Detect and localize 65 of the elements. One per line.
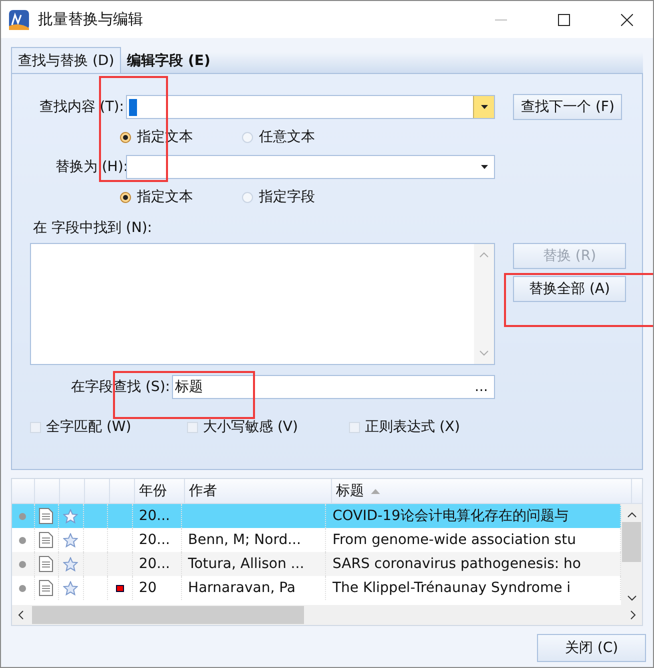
scrollbar[interactable] <box>621 504 642 605</box>
tab[interactable]: 查找与替换 (D) <box>11 47 122 73</box>
star-icon[interactable] <box>63 556 78 572</box>
radio-button[interactable] <box>120 192 131 202</box>
document-icon <box>39 532 54 548</box>
table-cell: Benn, M; Nord... <box>188 532 301 548</box>
caret-icon[interactable] <box>480 165 488 169</box>
table-cell: Totura, Allison ... <box>188 556 304 572</box>
find-next-button[interactable]: 查找下一个 (F) <box>513 94 622 120</box>
field-label: 查找内容 (T): <box>38 98 124 116</box>
column-header[interactable]: 年份 <box>135 479 185 503</box>
checkbox[interactable] <box>30 422 41 432</box>
field-list-box[interactable] <box>30 243 495 365</box>
star-icon[interactable] <box>63 532 78 548</box>
status-dot-icon <box>19 560 26 568</box>
replace-combo-field[interactable] <box>126 155 495 179</box>
radio-label: 任意文本 <box>259 128 315 146</box>
horizontal-scrollbar[interactable] <box>12 605 642 625</box>
table-row[interactable]: 20... COVID-19论会计电算化存在的问题与 <box>12 504 622 528</box>
find-combo-field[interactable] <box>126 95 495 119</box>
checkbox-label: 正则表达式 (X) <box>365 418 460 436</box>
replace-all-button[interactable]: 替换全部 (A) <box>513 276 626 302</box>
caret-icon <box>480 105 488 109</box>
document-icon <box>39 580 54 596</box>
field-label: 替换为 (H): <box>54 158 128 176</box>
maximize-icon[interactable] <box>558 14 570 26</box>
checkbox-label: 全字匹配 (W) <box>46 418 132 436</box>
scroll-thumb[interactable] <box>622 522 642 562</box>
table-row[interactable]: 20 Harnaravan, Pa The Klippel-Trénaunay Syndrome i <box>12 576 622 600</box>
scroll-right-icon[interactable] <box>630 610 636 620</box>
tab[interactable]: 编辑字段 (E) <box>121 49 216 73</box>
radio-label: 指定字段 <box>259 188 315 206</box>
star-icon[interactable] <box>63 508 78 524</box>
document-icon <box>39 556 54 572</box>
window-title: 批量替换与编辑 <box>38 10 143 29</box>
status-dot-icon <box>19 512 26 520</box>
column-header[interactable]: 作者 <box>185 479 332 503</box>
document-icon <box>39 508 54 524</box>
status-dot-icon <box>19 536 26 544</box>
scroll-up-icon[interactable] <box>626 512 637 518</box>
column-header[interactable]: 标题 <box>332 479 632 503</box>
status-dot-icon <box>19 584 26 592</box>
scroll-left-icon[interactable] <box>18 610 24 620</box>
checkbox[interactable] <box>349 422 360 432</box>
checkbox[interactable] <box>187 422 198 432</box>
app-logo-icon <box>9 10 29 30</box>
table-cell: 20... <box>132 552 182 576</box>
close-icon[interactable] <box>621 14 633 26</box>
dropdown-button[interactable] <box>473 96 494 118</box>
checkbox-label: 大小写敏感 (V) <box>203 418 298 436</box>
radio-button[interactable] <box>242 132 253 142</box>
radio-label: 指定文本 <box>137 188 193 206</box>
scroll-down-icon[interactable] <box>626 595 637 601</box>
scroll-thumb[interactable] <box>32 606 304 624</box>
field-search-input[interactable]: 标题 ... <box>172 375 495 399</box>
table-cell: Harnaravan, Pa <box>188 580 296 596</box>
browse-button[interactable]: ... <box>474 379 494 395</box>
radio-button[interactable] <box>120 132 131 142</box>
section-label: 在 字段中找到 (N): <box>32 219 154 238</box>
close-button[interactable]: 关闭 (C) <box>537 634 646 662</box>
table-cell: 20... <box>132 504 182 528</box>
table-cell: 20 <box>132 576 182 600</box>
radio-button[interactable] <box>242 192 253 202</box>
star-icon[interactable] <box>63 580 78 596</box>
table-row[interactable]: 20... Totura, Allison ... SARS coronavirus pathogenesis: ho <box>12 552 622 576</box>
